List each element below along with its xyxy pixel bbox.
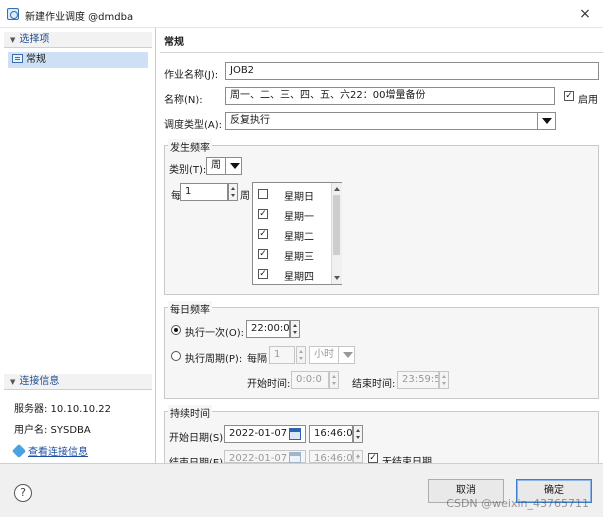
- end-time-spinner[interactable]: [439, 371, 449, 389]
- calendar-icon[interactable]: [289, 452, 301, 463]
- job-name-input[interactable]: JOB2: [225, 62, 599, 80]
- weekday-checkbox[interactable]: ✓: [258, 209, 268, 219]
- weekday-item[interactable]: ✓ 星期二: [253, 224, 331, 244]
- enable-label: 启用: [578, 95, 598, 106]
- calendar-icon[interactable]: [289, 428, 301, 440]
- category-label: 类别(T):: [169, 165, 207, 176]
- interval-label: 每隔: [247, 354, 267, 365]
- divider: [160, 52, 603, 53]
- frequency-group-title: 发生频率: [168, 139, 212, 154]
- interval-spinner[interactable]: [296, 346, 306, 364]
- job-name-label: 作业名称(J):: [164, 70, 219, 81]
- window-title: 新建作业调度 @dmdba: [25, 12, 134, 23]
- end-time-input[interactable]: 23:59:59: [397, 371, 439, 389]
- run-period-radio[interactable]: [171, 351, 181, 361]
- section-title: 常规: [164, 37, 184, 48]
- interval-input[interactable]: 1: [269, 346, 295, 364]
- run-once-radio[interactable]: [171, 325, 181, 335]
- week-unit-label: 周: [240, 191, 250, 202]
- scroll-thumb[interactable]: [333, 195, 340, 255]
- weekday-label: 星期二: [284, 232, 314, 243]
- connection-header[interactable]: ▼ 连接信息: [4, 374, 152, 390]
- start-time-spinner[interactable]: [329, 371, 339, 389]
- scroll-down-icon[interactable]: [334, 276, 340, 280]
- start-time-label: 开始时间:: [247, 379, 291, 390]
- close-icon[interactable]: ×: [575, 4, 595, 24]
- weekday-checkbox[interactable]: ✓: [258, 269, 268, 279]
- weekday-label: 星期四: [284, 272, 314, 283]
- view-connection-link[interactable]: 查看连接信息: [11, 443, 88, 459]
- weekday-checkbox[interactable]: ✓: [258, 249, 268, 259]
- start-time-of-day-input[interactable]: 16:46:08: [309, 425, 353, 443]
- collapse-triangle-icon: ▼: [10, 378, 16, 386]
- help-icon[interactable]: ?: [14, 484, 32, 502]
- weekday-label: 星期三: [284, 252, 314, 263]
- watermark-text: CSDN @weixin_43765711: [446, 497, 589, 510]
- duration-group-title: 持续时间: [168, 405, 212, 420]
- dialog-footer: ? 取消 确定 CSDN @weixin_43765711: [0, 463, 603, 517]
- page-icon: [12, 54, 23, 63]
- weekday-label: 星期一: [284, 212, 314, 223]
- weekday-item[interactable]: ✓ 星期三: [253, 244, 331, 264]
- dropdown-arrow-icon: [225, 158, 241, 174]
- run-once-label: 执行一次(O):: [185, 328, 245, 339]
- name-label: 名称(N):: [164, 95, 203, 106]
- schedule-type-select[interactable]: 反复执行: [225, 112, 556, 130]
- start-time-input[interactable]: 0:0:0: [291, 371, 329, 389]
- daily-group-title: 每日频率: [168, 301, 212, 316]
- weekday-checkbox[interactable]: ✓: [258, 229, 268, 239]
- category-select[interactable]: 周: [206, 157, 242, 175]
- weekday-item[interactable]: ✓ 星期四: [253, 264, 331, 284]
- options-header-label: 选择项: [19, 34, 50, 45]
- enable-checkbox[interactable]: ✓: [564, 91, 574, 101]
- schedule-type-value: 反复执行: [230, 115, 270, 126]
- options-header[interactable]: ▼ 选择项: [4, 32, 152, 48]
- start-time-of-day-spinner[interactable]: [353, 425, 363, 443]
- weekday-label: 星期日: [284, 192, 314, 203]
- weekday-item[interactable]: ✓ 星期一: [253, 204, 331, 224]
- connection-header-label: 连接信息: [19, 376, 60, 387]
- every-weeks-spinner[interactable]: [228, 183, 238, 201]
- weekday-item[interactable]: 星期日: [253, 184, 331, 204]
- end-time-of-day-input[interactable]: 16:46:08: [309, 450, 353, 463]
- interval-unit-select[interactable]: 小时: [309, 346, 355, 364]
- view-connection-label: 查看连接信息: [28, 447, 88, 458]
- dropdown-arrow-icon: [338, 347, 354, 363]
- every-weeks-input[interactable]: 1: [180, 183, 228, 201]
- interval-unit-value: 小时: [314, 349, 334, 360]
- user-info: 用户名: SYSDBA: [14, 425, 91, 436]
- collapse-triangle-icon: ▼: [10, 36, 16, 44]
- run-period-label: 执行周期(P):: [185, 354, 243, 365]
- no-end-date-checkbox[interactable]: ✓: [368, 453, 378, 463]
- end-time-of-day-spinner[interactable]: [353, 450, 363, 463]
- schedule-type-label: 调度类型(A):: [164, 120, 223, 131]
- scroll-up-icon[interactable]: [334, 187, 340, 191]
- start-date-label: 开始日期(S):: [169, 433, 227, 444]
- dropdown-arrow-icon: [537, 113, 555, 129]
- app-icon: [7, 8, 19, 20]
- category-value: 周: [211, 160, 221, 171]
- connection-icon: [11, 443, 27, 459]
- weekday-list[interactable]: 星期日 ✓ 星期一 ✓ 星期二 ✓ 星期三 ✓ 星期四: [252, 182, 342, 285]
- sidebar-item-general[interactable]: 常规: [8, 52, 148, 68]
- server-info: 服务器: 10.10.10.22: [14, 404, 111, 415]
- window-titlebar: 新建作业调度 @dmdba ×: [0, 0, 603, 28]
- sidebar-item-label: 常规: [26, 54, 46, 65]
- left-pane: [0, 28, 156, 463]
- run-once-time-input[interactable]: 22:00:00: [246, 320, 290, 338]
- run-once-time-spinner[interactable]: [290, 320, 300, 338]
- weekday-scrollbar[interactable]: [331, 183, 342, 284]
- name-input[interactable]: 周一、二、三、四、五、六22：00增量备份: [225, 87, 555, 105]
- weekday-checkbox[interactable]: [258, 189, 268, 199]
- end-time-label: 结束时间:: [352, 379, 396, 390]
